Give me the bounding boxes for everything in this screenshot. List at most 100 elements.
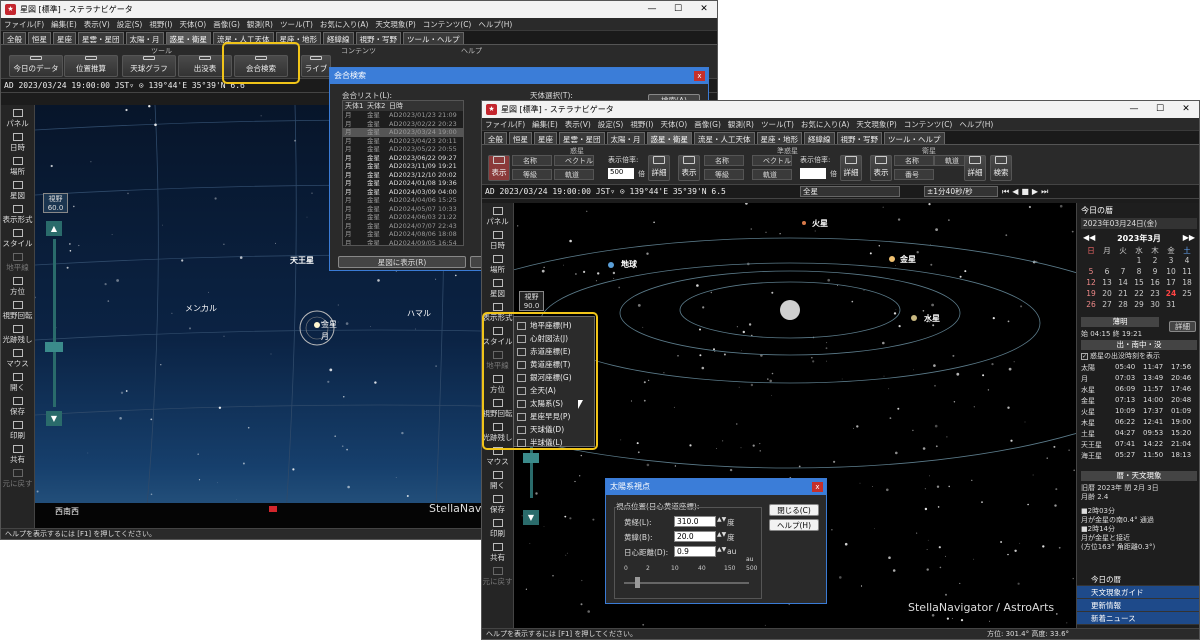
menu-item[interactable]: 天体(O) (660, 119, 687, 130)
menu-item[interactable]: 設定(S) (117, 19, 143, 30)
sidebar-item[interactable]: 元に戻す (1, 469, 34, 489)
sidebar-item[interactable]: 印刷 (482, 519, 513, 539)
lat-input[interactable]: 20.0 (674, 531, 716, 542)
menu-item[interactable]: 視野(I) (630, 119, 653, 130)
table-row[interactable]: 月 金星 AD2024/04/06 15:25 (343, 196, 463, 205)
ribbon-small-button[interactable]: 名称 (704, 155, 744, 166)
ribbon-tab[interactable]: 惑星・衛星 (165, 32, 211, 44)
calendar-day[interactable]: 30 (1149, 300, 1161, 309)
distance-slider-track[interactable] (624, 582, 749, 584)
close-icon[interactable]: x (694, 71, 705, 81)
ribbon-button[interactable]: ライブ (301, 55, 331, 77)
back-zoom-out-button[interactable]: ▼ (46, 411, 62, 426)
front-zoom-slider-thumb[interactable] (523, 453, 539, 463)
sidebar-item[interactable]: 表示形式 (1, 205, 34, 225)
menu-item[interactable]: お気に入り(A) (801, 119, 849, 130)
calendar-day[interactable]: 7 (1117, 267, 1129, 276)
menu-item[interactable]: コンテンツ(C) (423, 19, 472, 30)
sidebar-item[interactable]: 共有 (1, 445, 34, 465)
ribbon-tab[interactable]: 惑星・衛星 (646, 132, 692, 144)
sidebar-item[interactable]: 光跡残し (1, 325, 34, 345)
sidebar-item[interactable]: 印刷 (1, 421, 34, 441)
ribbon-tab[interactable]: 星座・地形 (756, 132, 802, 144)
calendar-day[interactable]: 20 (1101, 289, 1113, 298)
menu-item[interactable]: 設定(S) (598, 119, 624, 130)
ribbon-button[interactable]: 今日のデータ (9, 55, 63, 77)
minimize-icon[interactable]: — (1121, 101, 1147, 118)
sidebar-item[interactable]: 開く (1, 373, 34, 393)
ribbon-small-button[interactable]: 軌道 (752, 169, 792, 180)
solar-close-button[interactable]: 閉じる(C) (769, 504, 819, 516)
calendar-day[interactable]: 11 (1181, 267, 1193, 276)
ribbon-button[interactable]: 天球グラフ (122, 55, 176, 77)
sidebar-item[interactable]: 共有 (482, 543, 513, 563)
ribbon-button[interactable]: 詳細 (840, 155, 862, 181)
table-row[interactable]: 月 金星 AD2024/05/07 10:33 (343, 205, 463, 214)
lat-stepper[interactable]: ▲▼ (717, 531, 726, 538)
conj-show-on-map-button[interactable]: 星図に表示(R) (338, 256, 466, 268)
calendar-day[interactable]: 18 (1181, 278, 1193, 287)
sidebar-item[interactable]: パネル (1, 109, 34, 129)
ribbon-tab[interactable]: 視野・写野 (355, 32, 401, 44)
ribbon-button[interactable]: 検索 (990, 155, 1012, 181)
ribbon-tab[interactable]: 星雲・星団 (78, 32, 124, 44)
close-icon[interactable]: x (812, 482, 823, 492)
ribbon-small-button[interactable]: ベクトル (752, 155, 792, 166)
table-row[interactable]: 月 金星 AD2023/02/22 20:23 (343, 120, 463, 129)
calendar-day[interactable]: 25 (1181, 289, 1193, 298)
table-row[interactable]: 月 金星 AD2023/01/23 21:09 (343, 111, 463, 120)
table-row[interactable]: 月 金星 AD2024/08/06 18:08 (343, 230, 463, 239)
sidebar-item[interactable]: 場所 (1, 157, 34, 177)
back-zoom-slider-thumb[interactable] (45, 342, 63, 352)
calendar-day[interactable]: 23 (1149, 289, 1161, 298)
ribbon-small-button[interactable]: 名称 (512, 155, 552, 166)
calendar-day[interactable]: 3 (1165, 256, 1177, 265)
sidebar-item[interactable]: マウス (482, 447, 513, 467)
sidebar-item[interactable]: パネル (482, 207, 513, 227)
sidebar-item[interactable]: 日時 (1, 133, 34, 153)
menu-item[interactable]: 天文現象(P) (375, 19, 415, 30)
calendar-day[interactable]: 2 (1149, 256, 1161, 265)
prev-year-icon[interactable]: ◀◀ (1083, 233, 1095, 242)
table-row[interactable]: 月 金星 AD2024/03/09 04:00 (343, 188, 463, 197)
menu-item[interactable]: 視野(I) (149, 19, 172, 30)
menu-item[interactable]: 観測(R) (247, 19, 273, 30)
sidebar-item[interactable]: 開く (482, 471, 513, 491)
calendar-day[interactable]: 8 (1133, 267, 1145, 276)
speed-select[interactable]: ±1分40秒/秒 (924, 186, 998, 197)
menu-item[interactable]: 天体(O) (179, 19, 206, 30)
calendar-day[interactable]: 28 (1117, 300, 1129, 309)
ratio-input[interactable]: 500 (608, 168, 634, 179)
calendar-day[interactable]: 12 (1085, 278, 1097, 287)
minimize-icon[interactable]: — (639, 1, 665, 18)
sidebar-item[interactable]: 星図 (1, 181, 34, 201)
menu-item[interactable]: ヘルプ(H) (478, 19, 512, 30)
table-row[interactable]: 月 金星 AD2023/05/22 20:55 (343, 145, 463, 154)
table-row[interactable]: 月 金星 AD2024/01/08 19:36 (343, 179, 463, 188)
ribbon-tab[interactable]: 星座 (534, 132, 557, 144)
sidebar-item[interactable]: 視野回転 (1, 301, 34, 321)
ribbon-small-button[interactable]: 番号 (894, 169, 934, 180)
calendar-day[interactable]: 9 (1149, 267, 1161, 276)
ribbon-tab[interactable]: 流星・人工天体 (694, 132, 755, 144)
maximize-icon[interactable]: ☐ (1147, 101, 1173, 118)
calendar-day[interactable]: 22 (1133, 289, 1145, 298)
close-icon[interactable]: ✕ (691, 1, 717, 18)
ribbon-tab[interactable]: 星座 (53, 32, 76, 44)
ribbon-tab[interactable]: 星雲・星団 (559, 132, 605, 144)
sidebar-item[interactable]: 保存 (1, 397, 34, 417)
ribbon-button[interactable]: 表示 (488, 155, 510, 181)
panel-nav-item[interactable]: 今日の暦 (1077, 573, 1199, 586)
ribbon-tab[interactable]: ツール・ヘルプ (403, 32, 464, 44)
table-row[interactable]: 月 金星 AD2023/03/24 19:00 (343, 128, 463, 137)
ribbon-tab[interactable]: 全般 (3, 32, 26, 44)
calendar-day[interactable]: 19 (1085, 289, 1097, 298)
back-zoom-in-button[interactable]: ▲ (46, 221, 62, 236)
checkbox-icon[interactable]: ✓ (1081, 353, 1088, 360)
sky-select[interactable]: 全星 (800, 186, 900, 197)
ribbon-tab[interactable]: 視野・写野 (836, 132, 882, 144)
menu-item[interactable]: 表示(V) (565, 119, 591, 130)
lon-stepper[interactable]: ▲▼ (717, 516, 726, 523)
calendar-day[interactable]: 31 (1165, 300, 1177, 309)
playback-controls[interactable]: ⏮◀■▶⏭ (1002, 187, 1051, 197)
